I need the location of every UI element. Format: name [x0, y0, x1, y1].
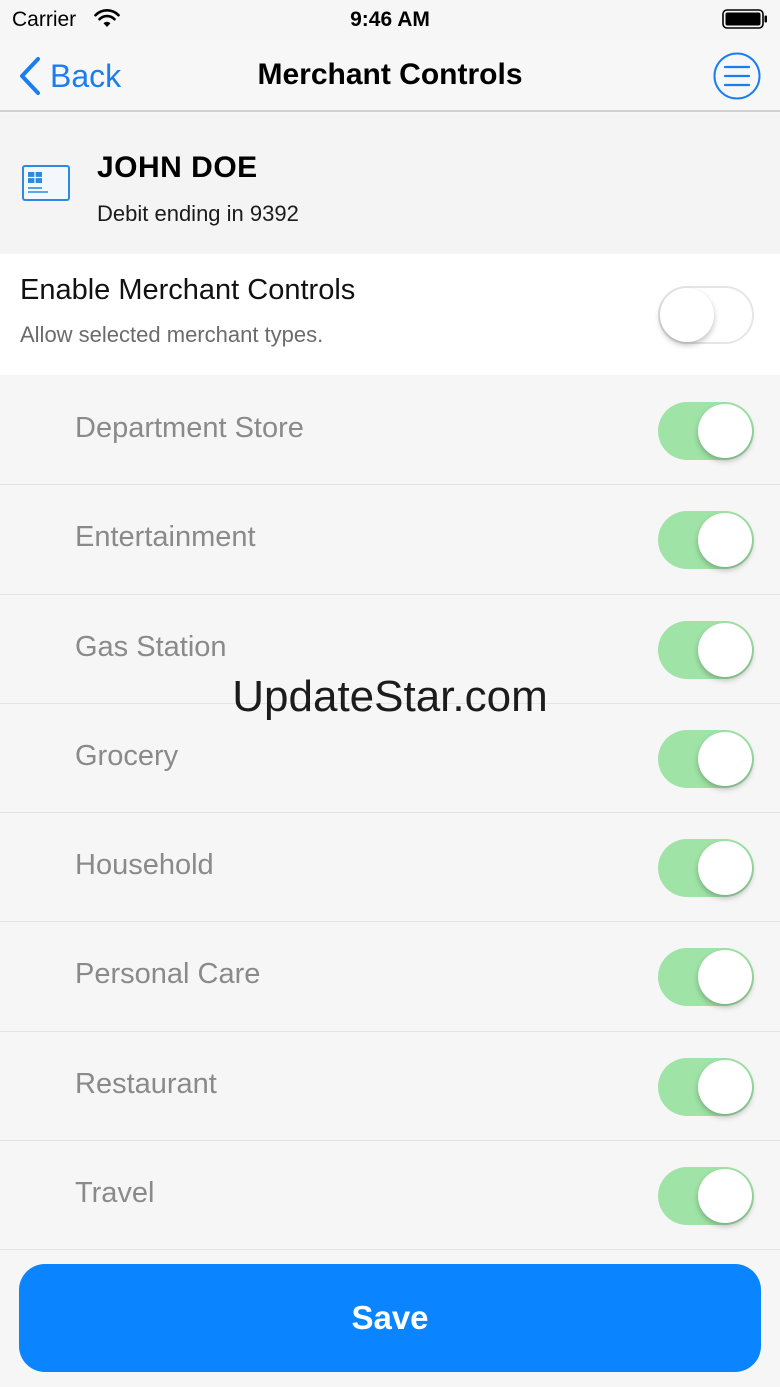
merchant-row-entertainment: Entertainment — [0, 485, 780, 595]
merchant-label: Entertainment — [75, 521, 256, 554]
chevron-left-icon — [20, 57, 40, 95]
merchant-label: Household — [75, 849, 214, 882]
merchant-row-gas-station: Gas Station — [0, 594, 780, 704]
enable-merchant-controls-label: Enable Merchant Controls — [20, 274, 356, 306]
navigation-bar: Back Merchant Controls — [0, 40, 780, 112]
toggle-knob — [698, 622, 752, 677]
household-toggle[interactable] — [658, 839, 754, 898]
menu-icon[interactable] — [713, 52, 761, 100]
merchant-row-household: Household — [0, 813, 780, 923]
back-button[interactable]: Back — [18, 54, 121, 98]
status-bar: Carrier 9:46 AM — [0, 0, 780, 40]
merchant-label: Personal Care — [75, 958, 261, 991]
battery-icon — [722, 9, 767, 29]
merchant-label: Grocery — [75, 739, 179, 772]
toggle-knob — [698, 513, 752, 568]
personal-care-toggle[interactable] — [658, 948, 754, 1007]
toggle-knob — [698, 841, 752, 896]
merchant-row-restaurant: Restaurant — [0, 1031, 780, 1142]
card-holder-name: JOHN DOE — [97, 151, 258, 184]
merchant-label: Gas Station — [75, 630, 227, 663]
toggle-knob — [698, 950, 752, 1005]
card-header: JOHN DOE Debit ending in 9392 — [0, 113, 780, 253]
merchant-label: Department Store — [75, 412, 304, 444]
merchant-list: Department Store Entertainment Gas Stati… — [0, 376, 780, 1251]
restaurant-toggle[interactable] — [658, 1057, 754, 1116]
merchant-row-travel: Travel — [0, 1141, 780, 1251]
merchant-label: Restaurant — [75, 1067, 217, 1100]
back-label: Back — [50, 57, 122, 94]
enable-merchant-controls-toggle[interactable] — [658, 286, 754, 344]
toggle-knob — [698, 731, 752, 786]
clock: 9:46 AM — [350, 8, 430, 31]
toggle-knob — [698, 1059, 752, 1114]
enable-merchant-controls-row: Enable Merchant Controls Allow selected … — [0, 254, 780, 375]
merchant-row-grocery: Grocery — [0, 703, 780, 814]
gas-station-toggle[interactable] — [658, 620, 754, 679]
credit-card-icon — [22, 165, 70, 201]
department-store-toggle[interactable] — [658, 402, 754, 460]
toggle-knob — [698, 404, 752, 458]
enable-merchant-controls-description: Allow selected merchant types. — [20, 322, 324, 347]
merchant-label: Travel — [75, 1177, 155, 1210]
merchant-row-personal-care: Personal Care — [0, 922, 780, 1032]
toggle-knob — [660, 288, 714, 342]
save-button[interactable]: Save — [19, 1264, 761, 1372]
travel-toggle[interactable] — [658, 1167, 754, 1226]
toggle-knob — [698, 1169, 752, 1224]
entertainment-toggle[interactable] — [658, 511, 754, 570]
grocery-toggle[interactable] — [658, 729, 754, 788]
merchant-row-department-store: Department Store — [0, 376, 780, 486]
card-description: Debit ending in 9392 — [97, 201, 299, 226]
merchant-controls-screen: Carrier 9:46 AM Back Merchant Controls J… — [0, 0, 780, 1387]
